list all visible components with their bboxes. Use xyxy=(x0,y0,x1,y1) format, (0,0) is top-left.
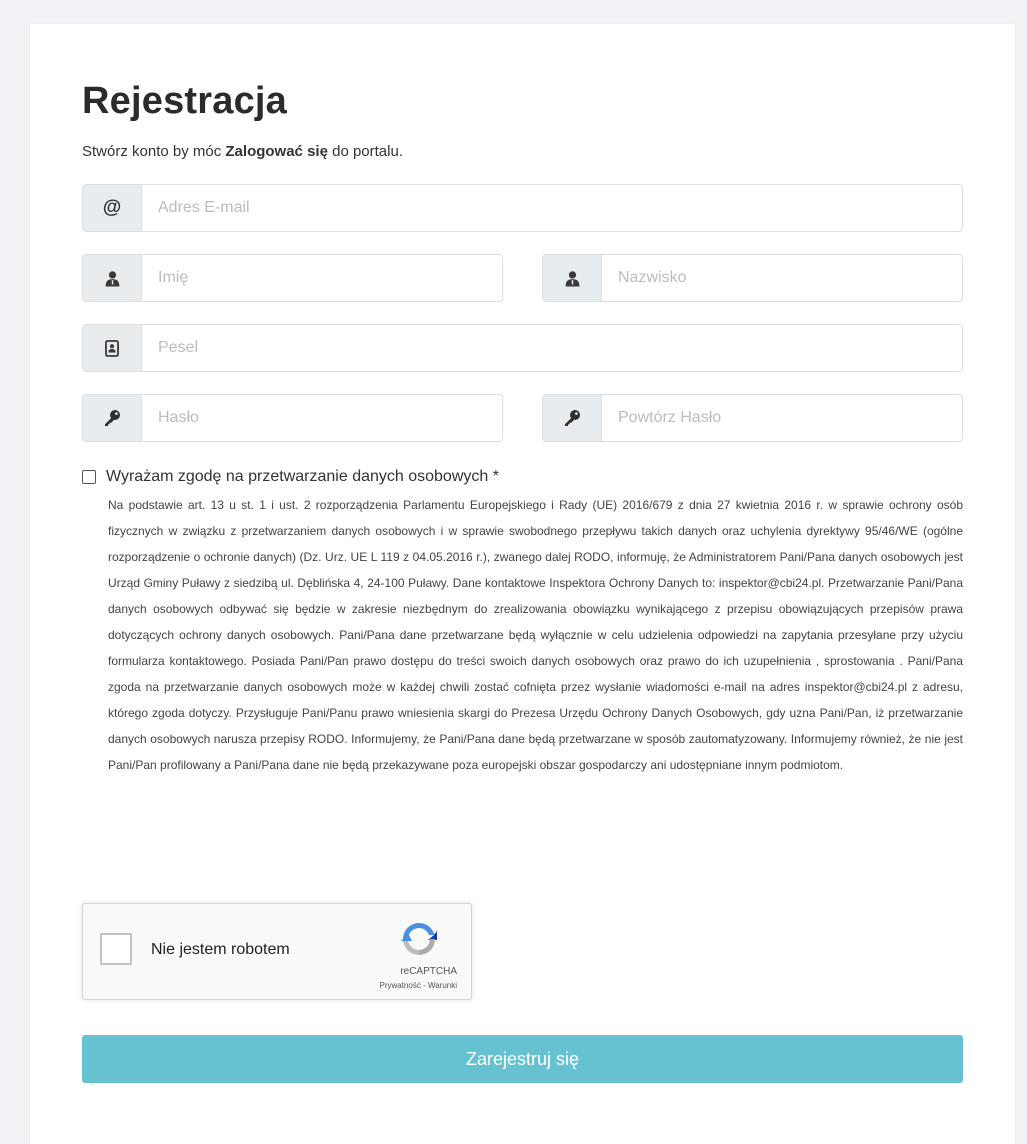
recaptcha-terms-link[interactable]: Warunki xyxy=(428,981,457,990)
page-title: Rejestracja xyxy=(82,80,288,122)
register-button[interactable]: Zarejestruj się xyxy=(82,1035,963,1083)
login-link-text: Zalogować się xyxy=(225,143,328,160)
recaptcha-link-separator: - xyxy=(420,981,428,990)
recaptcha-logo-icon xyxy=(399,919,439,964)
consent-text: Na podstawie art. 13 u st. 1 i ust. 2 ro… xyxy=(108,498,963,772)
recaptcha-links: Prywatność - Warunki xyxy=(379,981,457,990)
consent-checkbox[interactable] xyxy=(82,470,96,484)
recaptcha-brand: reCAPTCHA xyxy=(400,966,457,977)
email-field: @ xyxy=(82,184,963,232)
consent-row: Wyrażam zgodę na przetwarzanie danych os… xyxy=(82,468,499,486)
password-field xyxy=(82,394,503,442)
email-input[interactable] xyxy=(142,185,962,231)
subtitle-suffix: do portalu. xyxy=(327,143,403,160)
recaptcha-widget: Nie jestem robotem reCAPTCHA Prywatność … xyxy=(82,903,472,1000)
page-subtitle: Stwórz konto by móc Zalogować się do por… xyxy=(82,143,403,160)
key-icon xyxy=(83,395,142,441)
subtitle-prefix: Stwórz konto by móc xyxy=(82,143,226,160)
user-icon xyxy=(83,255,142,301)
repeat-password-input[interactable] xyxy=(602,395,962,441)
recaptcha-label: Nie jestem robotem xyxy=(151,941,290,958)
password-input[interactable] xyxy=(142,395,502,441)
last-name-field xyxy=(542,254,963,302)
first-name-input[interactable] xyxy=(142,255,502,301)
consent-label[interactable]: Wyrażam zgodę na przetwarzanie danych os… xyxy=(106,468,499,486)
id-card-icon xyxy=(83,325,142,371)
repeat-password-field xyxy=(542,394,963,442)
recaptcha-privacy-link[interactable]: Prywatność xyxy=(379,981,420,990)
last-name-input[interactable] xyxy=(602,255,962,301)
pesel-input[interactable] xyxy=(142,325,962,371)
registration-card: Rejestracja Stwórz konto by móc Zalogowa… xyxy=(30,24,1015,1144)
at-glyph: @ xyxy=(102,197,122,218)
first-name-field xyxy=(82,254,503,302)
user-icon xyxy=(543,255,602,301)
key-icon xyxy=(543,395,602,441)
at-icon: @ xyxy=(83,185,142,231)
pesel-field xyxy=(82,324,963,372)
recaptcha-checkbox[interactable] xyxy=(100,933,132,965)
